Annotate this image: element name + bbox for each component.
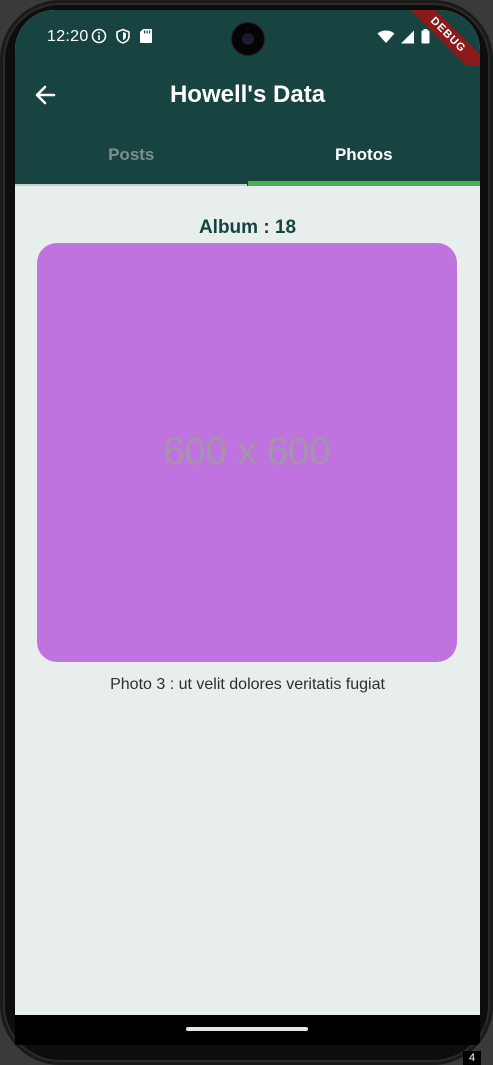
- front-camera: [231, 22, 265, 56]
- app-bar: Howell's Data: [15, 65, 480, 130]
- home-indicator[interactable]: [186, 1027, 308, 1031]
- tab-divider: [15, 184, 247, 186]
- page-title: Howell's Data: [169, 81, 326, 108]
- tab-photos[interactable]: Photos: [247, 130, 480, 186]
- tab-posts[interactable]: Posts: [15, 130, 248, 186]
- status-time: 12:20: [47, 28, 89, 45]
- photo-placeholder-text: 600 x 600: [163, 431, 331, 473]
- tab-posts-label: Posts: [108, 145, 155, 164]
- shield-icon: [115, 28, 131, 49]
- gesture-nav-bar: [15, 1015, 480, 1045]
- status-bar: 12:20 DEBUG: [15, 10, 480, 84]
- battery-icon: [421, 29, 430, 49]
- info-icon: [91, 28, 107, 49]
- wifi-icon: [377, 30, 395, 49]
- phone-frame: 12:20 DEBUG Howell's Data Posts Photos A…: [0, 0, 493, 1065]
- album-title: Album : 18: [198, 217, 297, 238]
- cell-signal-icon: [401, 30, 415, 49]
- status-icons-right: [377, 29, 430, 49]
- corner-badge: 4: [463, 1051, 481, 1065]
- status-icons-left: [91, 28, 153, 49]
- screen: 12:20 DEBUG Howell's Data Posts Photos A…: [15, 10, 480, 1015]
- tab-photos-label: Photos: [334, 145, 393, 164]
- photo-caption: Photo 3 : ut velit dolores veritatis fug…: [110, 676, 385, 693]
- tab-bar: Posts Photos: [15, 130, 480, 186]
- tab-indicator: [247, 181, 480, 186]
- photo-image[interactable]: 600 x 600: [37, 243, 457, 662]
- sd-card-icon: [139, 28, 153, 49]
